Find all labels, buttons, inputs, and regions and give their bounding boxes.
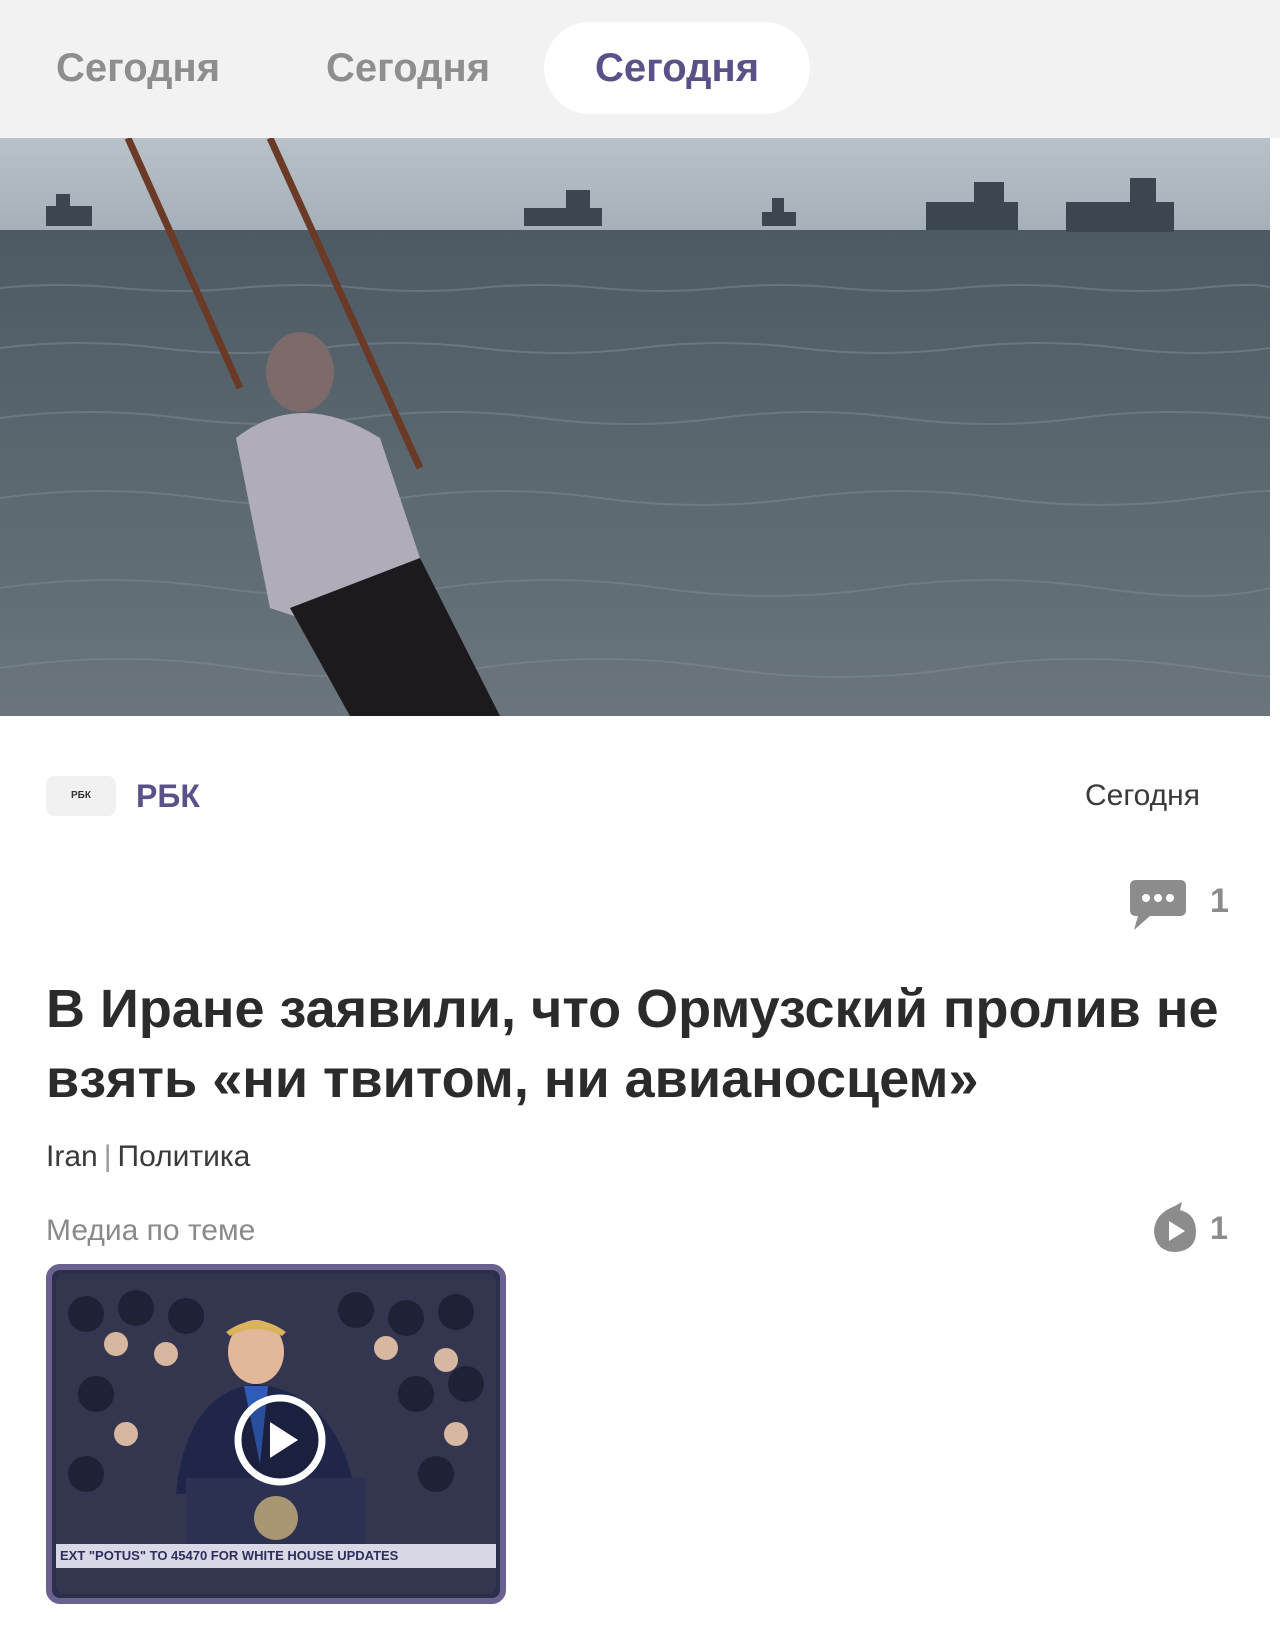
tab-today-1[interactable]: Сегодня — [30, 22, 246, 114]
media-count: 1 — [1210, 1210, 1228, 1246]
tab-today-2[interactable]: Сегодня — [300, 22, 516, 114]
tag-iran[interactable]: Iran — [46, 1140, 98, 1173]
comments-count: 1 — [1210, 882, 1229, 920]
media-count-badge: 1 — [1150, 1200, 1260, 1256]
video-ticker: EXT "POTUS" TO 45470 FOR WHITE HOUSE UPD… — [56, 1544, 496, 1568]
date-tab-bar: Сегодня Сегодня Сегодня — [0, 0, 1280, 138]
related-media-label: Медиа по теме — [46, 1214, 256, 1247]
tag-separator: | — [103, 1140, 112, 1173]
related-video-thumbnail[interactable]: EXT "POTUS" TO 45470 FOR WHITE HOUSE UPD… — [46, 1264, 506, 1604]
publish-date: Сегодня — [1085, 779, 1200, 812]
source-logo[interactable]: РБК — [46, 776, 116, 816]
article-hero-image[interactable] — [0, 138, 1270, 716]
tab-today-active[interactable]: Сегодня — [544, 22, 810, 114]
article-headline[interactable]: В Иране заявили, что Ормузский пролив не… — [46, 974, 1246, 1114]
source-name[interactable]: РБК — [136, 776, 200, 816]
play-circle-icon[interactable] — [232, 1392, 328, 1488]
article-tags: Iran | Политика — [46, 1140, 250, 1174]
comments-button[interactable]: 1 — [1128, 876, 1254, 936]
tag-politics[interactable]: Политика — [118, 1140, 251, 1173]
speech-bubble-icon — [1130, 880, 1186, 930]
play-badge-icon — [1154, 1202, 1196, 1252]
